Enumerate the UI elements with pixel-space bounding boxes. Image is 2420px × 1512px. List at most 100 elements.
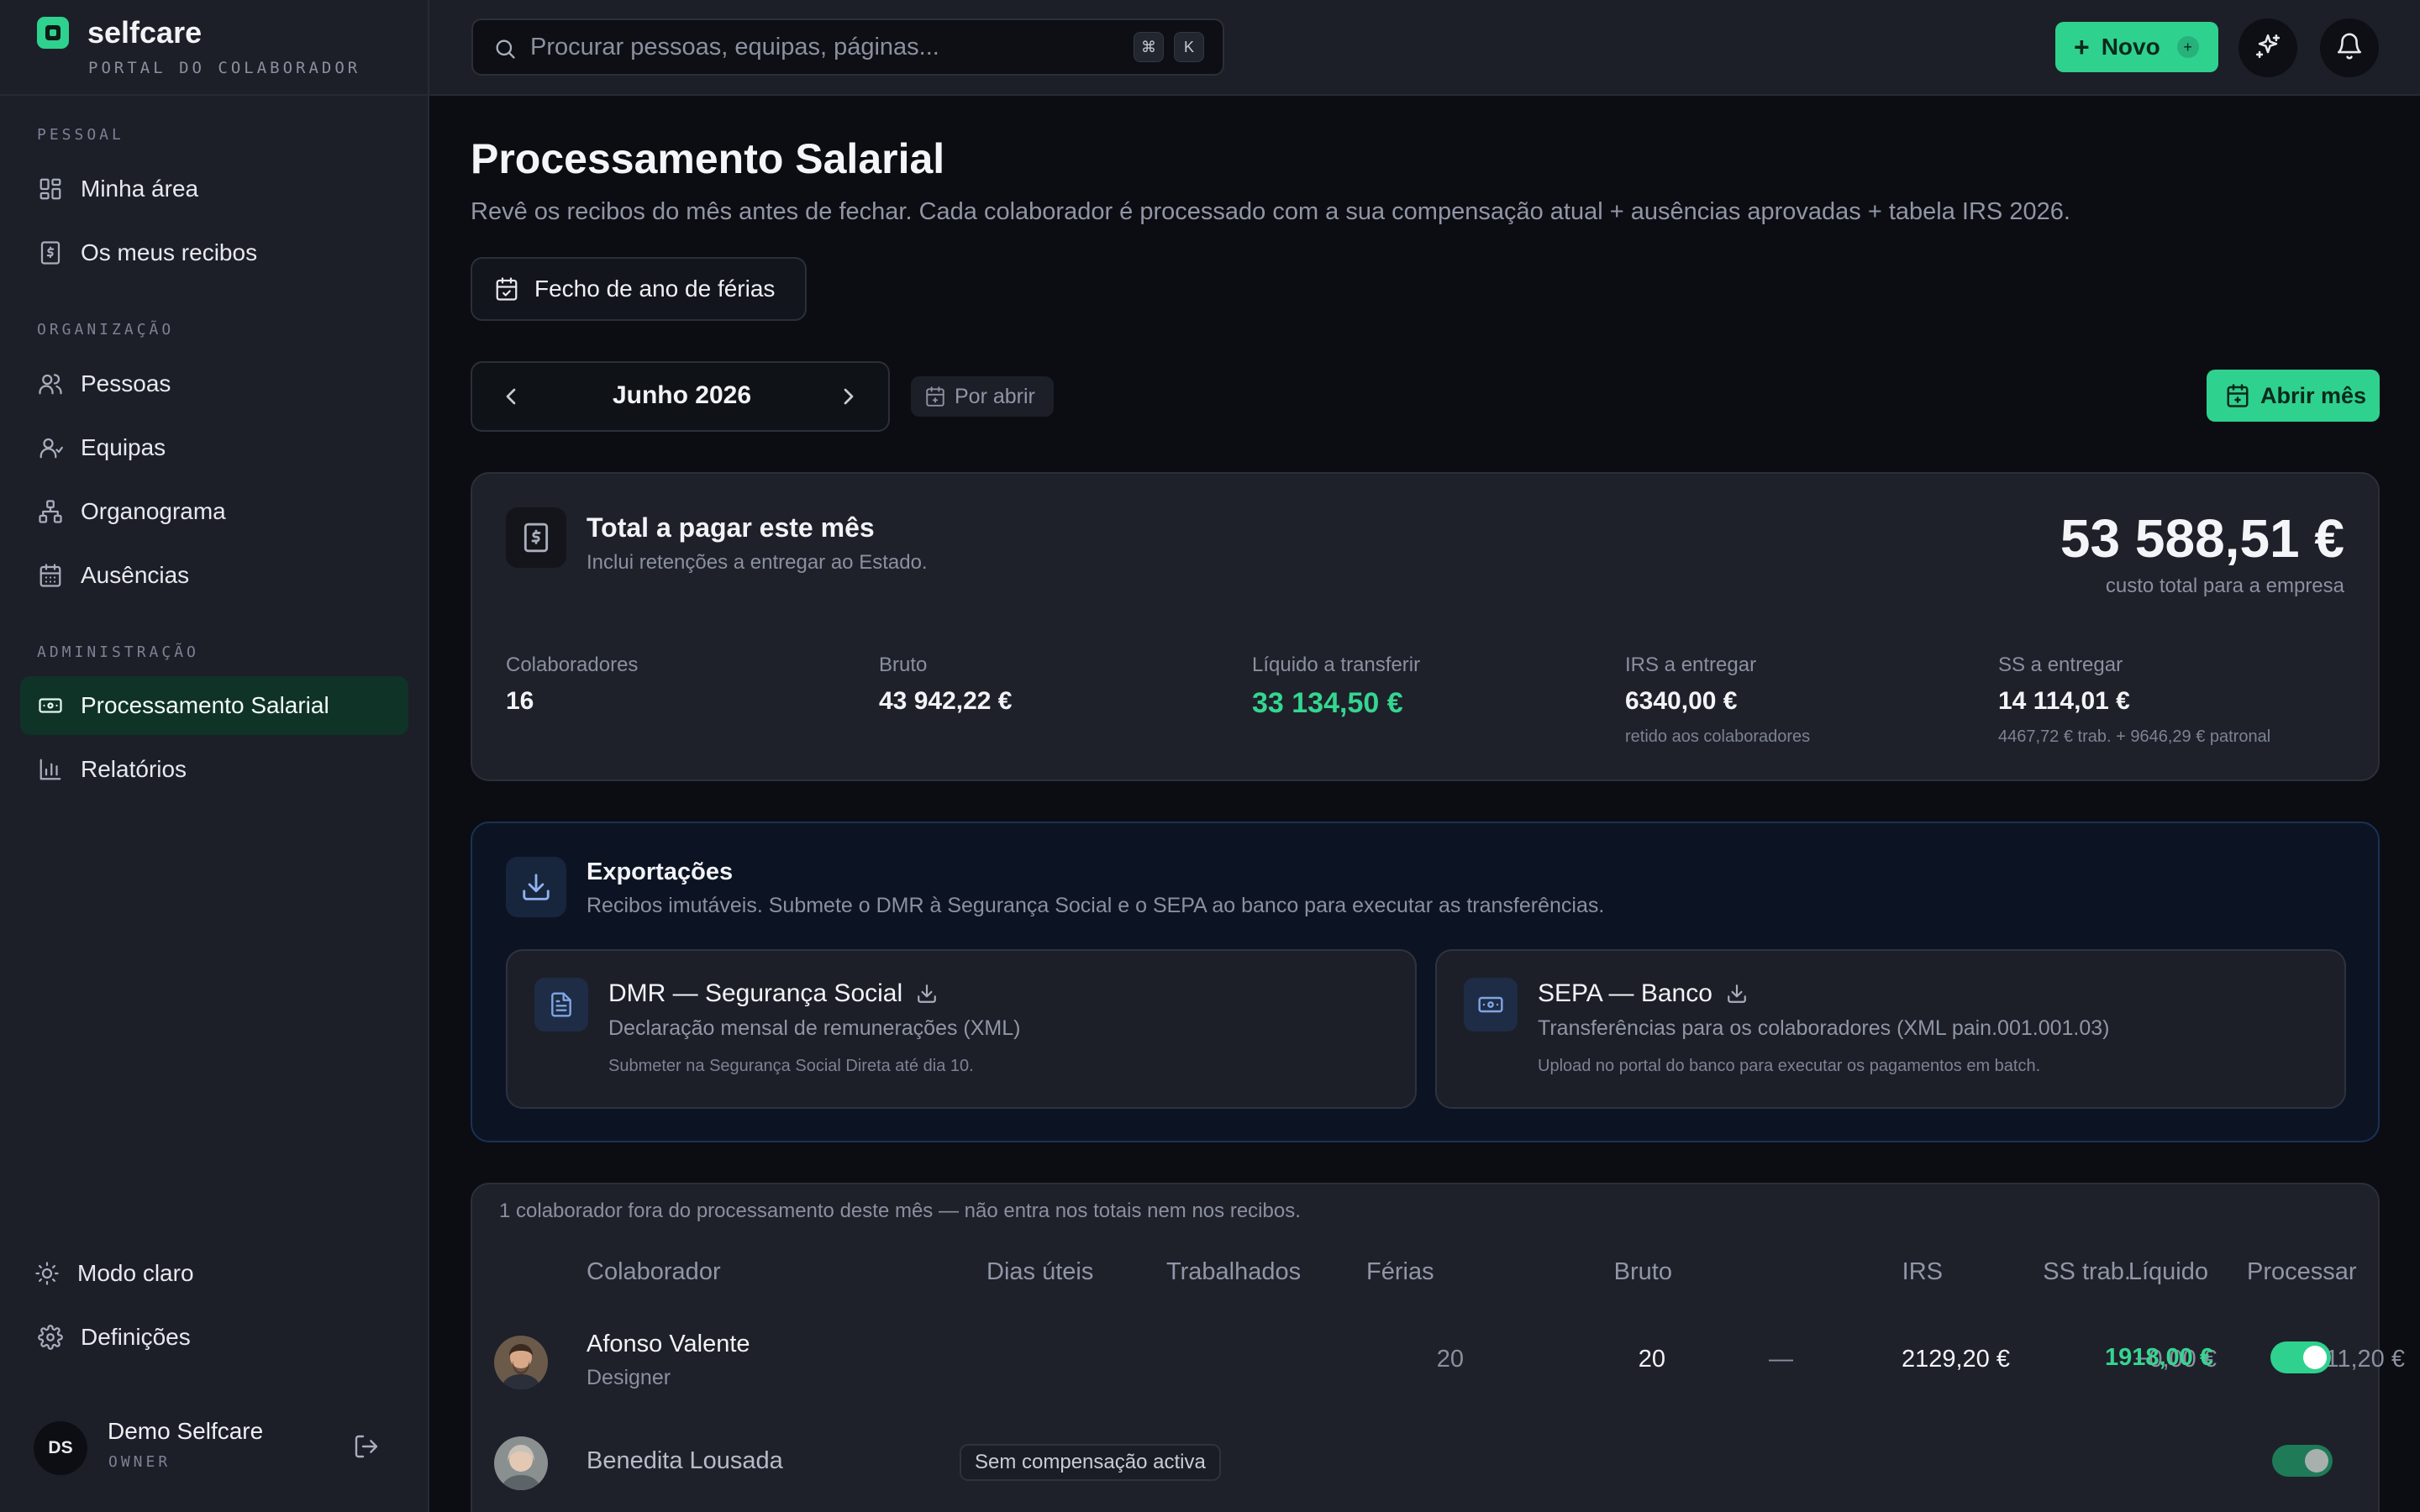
brand-subtitle: PORTAL DO COLABORADOR [88,59,361,77]
column-header-liquido[interactable]: Líquido [2074,1258,2208,1286]
export-title-text: SEPA — Banco [1538,979,1712,1007]
users-icon [37,370,64,397]
section-label-administracao: ADMINISTRAÇÃO [37,643,199,661]
download-icon [918,984,936,1003]
cell-dias-uteis: 20 [1436,1346,1464,1373]
metric-label: SS a entregar [1998,654,2123,676]
avatar [494,1436,548,1490]
plus-icon: + [2074,32,2090,62]
sidebar-item-label: Equipas [81,434,166,460]
sidebar-item-label: Pessoas [81,370,171,396]
export-note: Upload no portal do banco para executar … [1538,1057,2041,1075]
summary-total: 53 588,51 € [2060,508,2344,569]
current-month: Junho 2026 [612,381,752,409]
metric-irs: IRS a entregar 6340,00 € retido aos cola… [1625,654,1810,747]
open-month-button[interactable]: Abrir mês [2207,370,2380,422]
sidebar-item-label: Minha área [81,176,199,202]
metric-ss: SS a entregar 14 114,01 € 4467,72 € trab… [1998,654,2270,747]
metric-value: 16 [506,687,534,715]
cell-trabalhados: 20 [1638,1346,1665,1373]
metric-note: retido aos colaboradores [1625,727,1811,746]
payroll-summary-card: Total a pagar este mês Inclui retenções … [471,472,2380,781]
metric-label: Colaboradores [506,654,639,676]
topbar: ⌘ K + Novo + [429,0,2420,96]
employee-name[interactable]: Afonso Valente [587,1331,750,1358]
exports-subtitle: Recibos imutáveis. Submete o DMR à Segur… [587,894,1605,917]
month-selector: Junho 2026 [471,361,890,432]
open-month-label: Abrir mês [2260,382,2367,408]
grid-icon [37,176,64,202]
new-button[interactable]: + Novo + [2055,22,2218,72]
notifications-button[interactable] [2320,18,2379,77]
column-header-processar[interactable]: Processar [2247,1258,2357,1286]
month-status-label: Por abrir [955,384,1035,408]
process-toggle[interactable] [2272,1445,2333,1477]
export-title: SEPA — Banco [1538,979,1748,1008]
table-note: 1 colaborador fora do processamento dest… [499,1200,1301,1222]
avatar: DS [34,1421,87,1475]
sidebar-item-relatorios[interactable]: Relatórios [20,740,408,799]
export-description: Transferências para os colaboradores (XM… [1538,1016,2110,1040]
process-toggle[interactable] [2270,1341,2331,1373]
receipt-icon [506,507,566,568]
column-header-bruto[interactable]: Bruto [1561,1258,1672,1286]
metric-value: 33 134,50 € [1252,687,1403,719]
bell-icon [2335,32,2364,65]
search-input[interactable] [530,29,1068,66]
sun-icon [34,1260,60,1287]
page-subtitle: Revê os recibos do mês antes de fechar. … [471,198,2070,225]
sparkles-icon [2254,32,2282,65]
metric-label: Líquido a transferir [1252,654,1421,676]
chevron-right-icon[interactable] [835,383,864,412]
sidebar-item-minha-area[interactable]: Minha área [20,160,408,218]
sidebar-item-processamento-salarial[interactable]: Processamento Salarial [20,676,408,735]
metric-label: Bruto [879,654,928,676]
search-box[interactable]: ⌘ K [471,18,1224,76]
banknote-icon [1464,978,1518,1032]
section-label-pessoal: PESSOAL [37,126,124,144]
status-badge: Sem compensação activa [960,1444,1221,1481]
sidebar-item-os-meus-recibos[interactable]: Os meus recibos [20,223,408,282]
ai-sparkles-button[interactable] [2238,18,2297,77]
sidebar-item-modo-claro[interactable]: Modo claro [17,1244,405,1303]
column-header-colaborador[interactable]: Colaborador [587,1258,721,1286]
calendar-plus-icon [2227,384,2249,407]
search-icon [493,37,517,60]
vacation-year-close-button[interactable]: Fecho de ano de férias [471,257,807,321]
section-label-organizacao: ORGANIZAÇÃO [37,321,175,339]
column-header-irs[interactable]: IRS [1791,1258,1943,1286]
metric-liquido: Líquido a transferir 33 134,50 € [1252,654,1420,720]
month-status-badge: Por abrir [911,376,1054,417]
summary-total-note: custo total para a empresa [2105,575,2344,597]
shortcut-cmd-key: ⌘ [1134,32,1164,62]
employee-name[interactable]: Benedita Lousada [587,1447,783,1475]
export-sepa-button[interactable]: SEPA — Banco Transferências para os cola… [1435,949,2346,1109]
sidebar-item-ausencias[interactable]: Ausências [20,546,408,605]
org-chart-icon [37,498,64,525]
team-icon [37,434,64,461]
export-description: Declaração mensal de remunerações (XML) [608,1016,1021,1040]
shortcut-k-key: K [1174,32,1204,62]
export-dmr-button[interactable]: DMR — Segurança Social Declaração mensal… [506,949,1417,1109]
sidebar-item-equipas[interactable]: Equipas [20,418,408,477]
avatar [494,1336,548,1389]
export-note: Submeter na Segurança Social Direta até … [608,1057,974,1075]
user-profile[interactable]: DS Demo Selfcare OWNER [34,1418,403,1477]
employee-role: Designer [587,1366,671,1389]
new-button-label: Novo [2101,34,2160,60]
calendar-plus-icon [926,386,944,407]
sidebar-item-label: Definições [81,1324,191,1350]
summary-subtitle: Inclui retenções a entregar ao Estado. [587,551,928,574]
sidebar-item-organograma[interactable]: Organograma [20,482,408,541]
summary-title: Total a pagar este mês [587,512,875,543]
gear-icon [37,1324,64,1351]
exports-card: Exportações Recibos imutáveis. Submete o… [471,822,2380,1142]
sidebar-item-definicoes[interactable]: Definições [20,1308,408,1367]
sidebar: selfcare PORTAL DO COLABORADOR PESSOAL M… [0,0,429,1512]
export-title-text: DMR — Segurança Social [608,979,903,1007]
sidebar-item-label: Os meus recibos [81,239,258,265]
sidebar-item-pessoas[interactable]: Pessoas [20,354,408,413]
user-role: OWNER [108,1453,171,1471]
logout-icon[interactable] [353,1433,383,1463]
sidebar-divider [0,94,429,96]
